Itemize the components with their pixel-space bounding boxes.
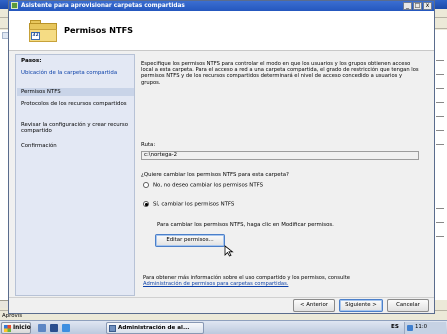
step-share-protocols: Protocolos de los recursos compartidos: [21, 101, 127, 107]
taskbar-item-server-manager[interactable]: Administración de al...: [106, 322, 204, 334]
maximize-button[interactable]: □: [413, 2, 422, 10]
language-indicator[interactable]: ES: [391, 324, 399, 330]
step-ntfs-permissions: Permisos NTFS: [17, 88, 134, 97]
wizard-header: 32 Permisos NTFS: [9, 11, 434, 51]
step-review-settings: Revisar la configuración y crear recurso…: [21, 122, 129, 135]
edit-permissions-button[interactable]: Editar permisos...: [155, 234, 225, 247]
option-change-label: Sí, cambiar los permisos NTFS: [153, 201, 235, 208]
minimize-button[interactable]: _: [403, 2, 412, 10]
next-button[interactable]: Siguiente >: [339, 299, 383, 312]
start-button[interactable]: Inicio: [1, 322, 31, 334]
taskbar: Inicio Administración de al... ES 11:0: [0, 320, 447, 334]
more-info-text: Para obtener más información sobre el us…: [143, 275, 423, 288]
browser-icon[interactable]: [62, 324, 70, 332]
back-button[interactable]: < Anterior: [293, 299, 335, 312]
step-share-location[interactable]: Ubicación de la carpeta compartida: [17, 69, 134, 77]
clock[interactable]: 11:0: [415, 324, 427, 330]
route-field[interactable]: c:\nortega-2: [141, 151, 419, 160]
option-no-change[interactable]: No, no deseo cambiar los permisos NTFS: [143, 182, 263, 190]
start-label: Inicio: [13, 325, 31, 331]
permissions-help-link[interactable]: Administración de permisos para carpetas…: [143, 281, 288, 287]
wizard-titlebar[interactable]: Asistente para aprovisionar carpetas com…: [9, 1, 434, 11]
wizard-app-icon: [11, 2, 18, 9]
cancel-button[interactable]: Cancelar: [387, 299, 429, 312]
powershell-icon[interactable]: [50, 324, 58, 332]
edit-permissions-hint: Para cambiar los permisos NTFS, haga cli…: [157, 222, 334, 228]
route-label: Ruta:: [141, 142, 156, 148]
page-title: Permisos NTFS: [64, 25, 134, 35]
step-confirmation: Confirmación: [21, 143, 57, 149]
shared-folder-icon: 32: [29, 20, 57, 42]
window-icon: [109, 325, 116, 332]
radio-no-change[interactable]: [143, 182, 149, 188]
option-change[interactable]: Sí, cambiar los permisos NTFS: [143, 201, 234, 209]
server-manager-icon[interactable]: [38, 324, 46, 332]
network-icon[interactable]: [407, 325, 413, 331]
taskbar-item-label: Administración de al...: [118, 325, 190, 331]
radio-change[interactable]: [143, 201, 149, 207]
close-button[interactable]: x: [423, 2, 432, 10]
windows-flag-icon: [4, 325, 11, 332]
wizard-steps-panel: Pasos: Ubicación de la carpeta compartid…: [15, 54, 135, 296]
system-tray: 11:0: [404, 322, 446, 334]
description-text: Especifique los permisos NTFS para contr…: [141, 61, 419, 86]
change-permissions-question: ¿Quiere cambiar los permisos NTFS para e…: [141, 172, 289, 178]
wizard-title: Asistente para aprovisionar carpetas com…: [21, 2, 185, 9]
footer-divider: [9, 297, 434, 298]
option-no-change-label: No, no deseo cambiar los permisos NTFS: [153, 182, 264, 189]
provision-share-wizard: Asistente para aprovisionar carpetas com…: [8, 0, 435, 314]
steps-title: Pasos:: [21, 58, 42, 64]
mouse-cursor-icon: [224, 245, 234, 257]
wizard-content: Especifique los permisos NTFS para contr…: [139, 54, 432, 296]
